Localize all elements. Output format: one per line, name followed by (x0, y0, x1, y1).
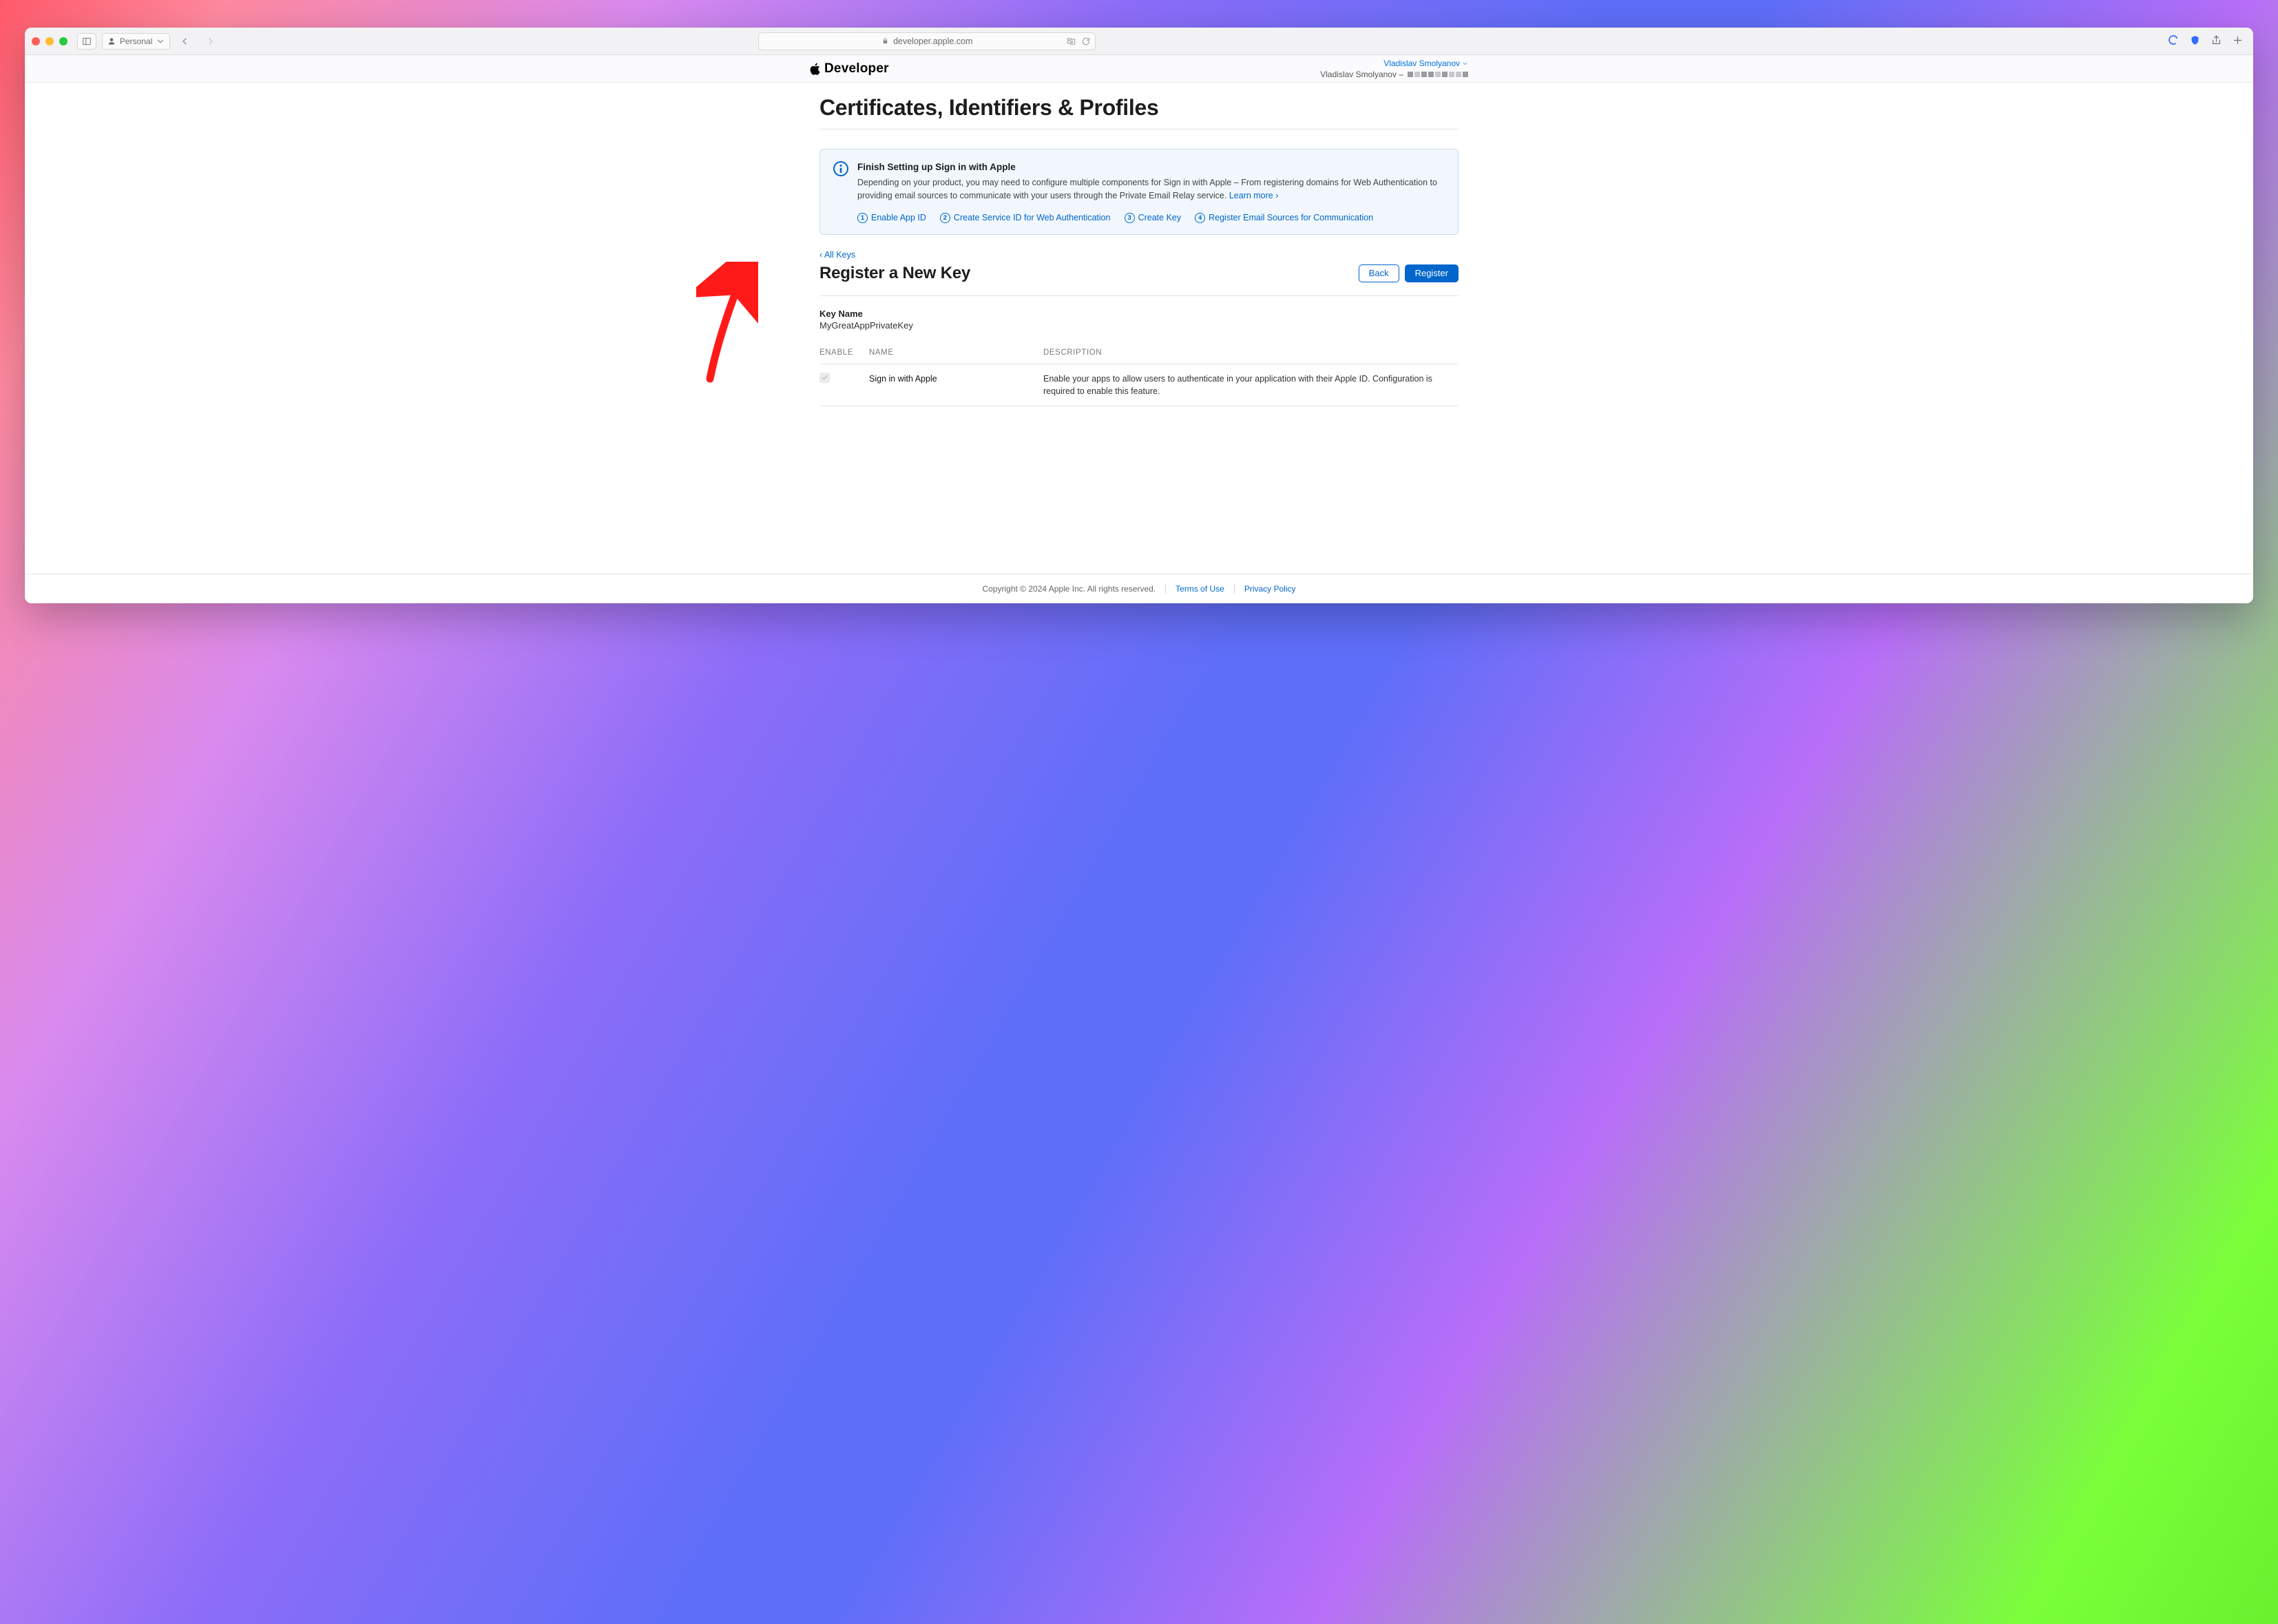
info-body: Depending on your product, you may need … (857, 176, 1443, 201)
step-create-service-id[interactable]: 2Create Service ID for Web Authenticatio… (940, 213, 1111, 223)
info-icon (833, 160, 849, 177)
step-enable-app-id[interactable]: 1Enable App ID (857, 213, 926, 223)
brand-label: Developer (824, 61, 889, 76)
back-button[interactable]: Back (1359, 264, 1399, 282)
services-table: ENABLE NAME DESCRIPTION Sign in with App… (819, 348, 1459, 406)
section-title: Register a New Key (819, 264, 970, 283)
learn-more-link[interactable]: Learn more › (1229, 191, 1279, 200)
col-name: NAME (869, 348, 1043, 364)
redacted-team-id (1408, 72, 1468, 77)
info-callout: Finish Setting up Sign in with Apple Dep… (819, 149, 1459, 234)
shield-ext-icon[interactable] (2189, 34, 2201, 48)
download-spinner-icon[interactable] (2167, 34, 2180, 48)
developer-brand-link[interactable]: Developer (810, 61, 889, 76)
apple-developer-nav: Developer Vladislav Smolyanov Vladislav … (25, 55, 2253, 83)
terms-link[interactable]: Terms of Use (1175, 584, 1224, 594)
chevron-left-icon (180, 37, 190, 46)
minimize-window-button[interactable] (45, 37, 54, 45)
url-host: developer.apple.com (893, 37, 972, 46)
page-title: Certificates, Identifiers & Profiles (819, 95, 1459, 129)
privacy-link[interactable]: Privacy Policy (1244, 584, 1296, 594)
page-footer: Copyright © 2024 Apple Inc. All rights r… (25, 574, 2253, 603)
translate-icon (1065, 37, 1077, 46)
enable-checkbox-locked (819, 373, 830, 383)
window-controls (32, 37, 67, 45)
sidebar-icon (82, 37, 92, 46)
table-row: Sign in with Apple Enable your apps to a… (819, 364, 1459, 406)
team-indicator: Vladislav Smolyanov – (1320, 69, 1468, 80)
address-bar[interactable]: developer.apple.com (758, 32, 1096, 50)
step-create-key[interactable]: 3Create Key (1125, 213, 1182, 223)
share-button[interactable] (2211, 34, 2222, 48)
fullscreen-window-button[interactable] (59, 37, 67, 45)
step-register-email-sources[interactable]: 4Register Email Sources for Communicatio… (1195, 213, 1373, 223)
info-heading: Finish Setting up Sign in with Apple (857, 162, 1443, 172)
profile-label: Personal (120, 37, 152, 46)
close-window-button[interactable] (32, 37, 40, 45)
key-name-field: Key Name MyGreatAppPrivateKey (819, 309, 1459, 331)
account-area: Vladislav Smolyanov Vladislav Smolyanov … (1320, 58, 1468, 80)
copyright: Copyright © 2024 Apple Inc. All rights r… (982, 584, 1156, 594)
register-button[interactable]: Register (1405, 264, 1459, 282)
sidebar-toggle-button[interactable] (77, 33, 96, 50)
new-tab-button[interactable] (2232, 34, 2244, 48)
nav-forward-button[interactable] (200, 33, 220, 50)
section-header: Register a New Key Back Register (819, 264, 1459, 296)
plus-icon (2232, 34, 2244, 46)
col-enable: ENABLE (819, 348, 869, 364)
setup-steps: 1Enable App ID 2Create Service ID for We… (857, 213, 1443, 223)
service-name: Sign in with Apple (869, 364, 1043, 406)
share-icon (2211, 34, 2222, 46)
refresh-icon[interactable] (1081, 37, 1091, 46)
all-keys-link[interactable]: ‹ All Keys (819, 250, 855, 260)
page-body: Certificates, Identifiers & Profiles Fin… (25, 83, 2253, 603)
safari-window: Personal developer.apple.com (25, 28, 2253, 603)
account-name-link: Vladislav Smolyanov (1383, 58, 1460, 69)
col-description: DESCRIPTION (1043, 348, 1459, 364)
account-menu[interactable]: Vladislav Smolyanov (1383, 58, 1468, 69)
person-icon (107, 37, 116, 46)
lock-icon (881, 37, 889, 45)
chevron-down-icon (156, 37, 165, 46)
apple-logo-icon (810, 63, 820, 75)
check-icon (821, 374, 828, 382)
key-name-label: Key Name (819, 309, 1459, 319)
nav-back-button[interactable] (176, 33, 195, 50)
service-description: Enable your apps to allow users to authe… (1043, 364, 1459, 406)
key-name-value: MyGreatAppPrivateKey (819, 320, 1459, 331)
browser-toolbar: Personal developer.apple.com (25, 28, 2253, 55)
chevron-down-icon (1462, 61, 1468, 67)
chevron-right-icon (205, 37, 215, 46)
profile-picker[interactable]: Personal (102, 33, 170, 50)
